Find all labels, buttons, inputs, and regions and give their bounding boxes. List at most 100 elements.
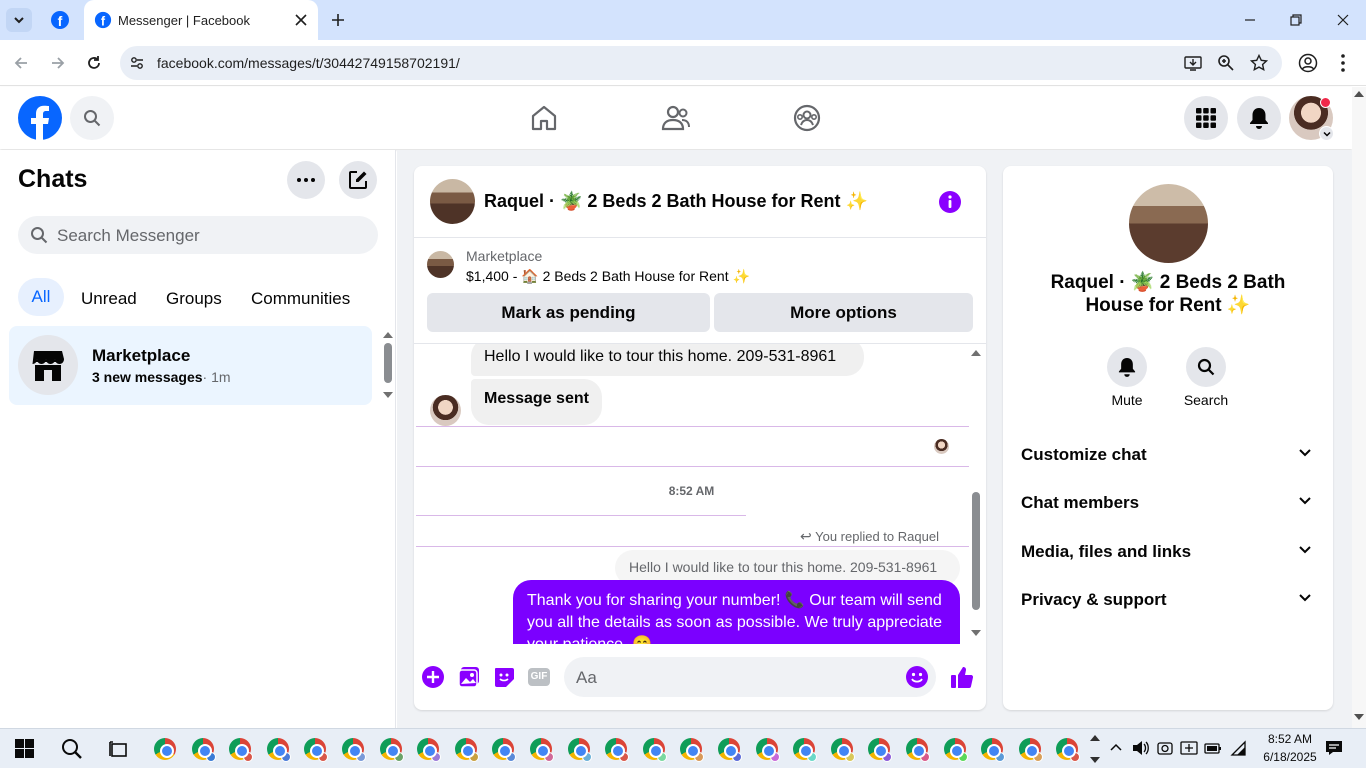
restore-icon[interactable] <box>1290 14 1302 26</box>
thumbs-up-icon[interactable] <box>950 665 974 689</box>
notification-center-icon[interactable] <box>1325 740 1343 756</box>
scroll-up-icon[interactable] <box>1090 735 1100 741</box>
chrome-taskbar-icon[interactable] <box>830 738 855 762</box>
search-button[interactable] <box>70 96 114 140</box>
filter-unread[interactable]: Unread <box>81 289 137 309</box>
filter-all[interactable]: All <box>18 278 64 316</box>
section-customize-chat[interactable]: Customize chat <box>1013 436 1323 472</box>
chrome-taskbar-icon[interactable] <box>492 738 517 762</box>
taskbar-time[interactable]: 8:52 AM <box>1255 732 1325 746</box>
section-privacy-support[interactable]: Privacy & support <box>1013 581 1323 617</box>
account-avatar[interactable] <box>1289 96 1334 141</box>
chat-list-item-marketplace[interactable]: Marketplace 3 new messages· 1m <box>9 326 372 405</box>
active-tab[interactable]: f Messenger | Facebook <box>84 0 318 40</box>
incoming-message[interactable]: Message sent <box>471 379 602 425</box>
chrome-taskbar-icon[interactable] <box>379 738 404 762</box>
minimize-icon[interactable] <box>1244 14 1256 26</box>
chrome-taskbar-icon[interactable] <box>718 738 742 762</box>
notifications-button[interactable] <box>1237 96 1281 140</box>
scroll-up-icon[interactable] <box>383 331 393 338</box>
new-message-button[interactable] <box>339 161 377 199</box>
home-icon[interactable] <box>530 104 558 132</box>
chrome-taskbar-icon[interactable] <box>229 738 254 762</box>
chat-list-scrollbar-thumb[interactable] <box>384 343 392 383</box>
url-text[interactable]: facebook.com/messages/t/3044274915870219… <box>157 55 460 71</box>
scroll-down-icon[interactable] <box>1354 714 1364 720</box>
search-messenger-input[interactable]: Search Messenger <box>18 216 378 254</box>
task-view-icon[interactable] <box>109 739 129 759</box>
chrome-taskbar-icon[interactable] <box>530 738 554 762</box>
messages-scrollbar-thumb[interactable] <box>972 492 980 610</box>
pinned-tab-facebook[interactable]: f <box>50 10 70 30</box>
forward-arrow-icon[interactable] <box>50 55 66 71</box>
chrome-taskbar-icon[interactable] <box>605 738 630 762</box>
chrome-taskbar-icon[interactable] <box>454 738 479 762</box>
chrome-taskbar-icon[interactable] <box>793 738 818 762</box>
filter-groups[interactable]: Groups <box>166 289 222 309</box>
chrome-taskbar-icon[interactable] <box>1018 738 1043 762</box>
chrome-taskbar-icon[interactable] <box>868 738 893 762</box>
info-icon[interactable] <box>938 190 962 214</box>
photo-icon[interactable] <box>458 666 480 688</box>
thread-title[interactable]: Raquel · 🪴 2 Beds 2 Bath House for Rent … <box>484 191 868 212</box>
more-options-button[interactable]: More options <box>714 293 973 332</box>
gif-icon[interactable]: GIF <box>528 668 550 686</box>
scroll-down-icon[interactable] <box>1090 757 1100 763</box>
chrome-taskbar-icon[interactable] <box>191 738 216 762</box>
profile-icon[interactable] <box>1298 53 1318 73</box>
taskbar-date[interactable]: 6/18/2025 <box>1255 750 1325 764</box>
zoom-icon[interactable] <box>1217 54 1235 72</box>
chrome-taskbar-icon[interactable] <box>642 738 667 762</box>
scroll-down-icon[interactable] <box>383 392 393 399</box>
camera-icon[interactable] <box>1157 740 1173 756</box>
scroll-up-icon[interactable] <box>971 349 981 356</box>
mark-as-pending-button[interactable]: Mark as pending <box>427 293 710 332</box>
chrome-taskbar-icon[interactable] <box>1056 738 1081 762</box>
message-input[interactable]: Aa <box>564 657 936 697</box>
chrome-taskbar-icon[interactable] <box>981 738 1006 762</box>
incoming-message[interactable]: Hello I would like to tour this home. 20… <box>471 344 864 376</box>
search-in-conversation-button[interactable] <box>1186 347 1226 387</box>
scroll-up-icon[interactable] <box>1354 91 1364 97</box>
chrome-taskbar-icon[interactable] <box>417 738 442 762</box>
plus-circle-icon[interactable] <box>422 666 444 688</box>
page-scrollbar[interactable] <box>1352 87 1366 728</box>
chevron-up-icon[interactable] <box>1110 743 1122 751</box>
chrome-taskbar-icon[interactable] <box>154 738 176 760</box>
chrome-taskbar-icon[interactable] <box>304 738 329 762</box>
windows-start-icon[interactable] <box>15 739 34 758</box>
facebook-logo-icon[interactable] <box>18 96 62 140</box>
sticker-icon[interactable] <box>493 666 515 688</box>
close-window-icon[interactable] <box>1337 14 1349 26</box>
section-media-files-links[interactable]: Media, files and links <box>1013 533 1323 569</box>
filter-communities[interactable]: Communities <box>251 289 350 309</box>
menu-button[interactable] <box>1184 96 1228 140</box>
chrome-taskbar-icon[interactable] <box>943 738 968 762</box>
install-app-icon[interactable] <box>1184 54 1202 72</box>
friends-icon[interactable] <box>661 104 691 132</box>
url-field[interactable]: facebook.com/messages/t/3044274915870219… <box>120 46 1282 80</box>
groups-icon[interactable] <box>793 104 821 132</box>
new-tab-icon[interactable] <box>331 13 345 27</box>
menu-kebab-icon[interactable] <box>1340 53 1346 73</box>
details-avatar[interactable] <box>1129 184 1208 263</box>
close-icon[interactable] <box>295 14 307 26</box>
outgoing-message[interactable]: Thank you for sharing your number! 📞 Our… <box>513 580 960 644</box>
chats-options-button[interactable] <box>287 161 325 199</box>
site-settings-icon[interactable] <box>129 55 145 71</box>
back-arrow-icon[interactable] <box>13 55 29 71</box>
tab-list-button[interactable] <box>6 8 32 32</box>
chrome-taskbar-icon[interactable] <box>266 738 291 762</box>
search-icon[interactable] <box>61 738 83 760</box>
volume-icon[interactable] <box>1132 740 1150 756</box>
thread-avatar[interactable] <box>430 179 475 224</box>
section-chat-members[interactable]: Chat members <box>1013 484 1323 520</box>
wifi-icon[interactable] <box>1230 740 1246 756</box>
listing-title[interactable]: $1,400 - 🏠 2 Beds 2 Bath House for Rent … <box>466 268 750 285</box>
screen-capture-icon[interactable] <box>1180 740 1198 756</box>
chrome-taskbar-icon[interactable] <box>680 738 705 762</box>
bookmark-star-icon[interactable] <box>1250 54 1268 72</box>
scroll-down-icon[interactable] <box>971 630 981 637</box>
listing-thumbnail[interactable] <box>427 251 454 278</box>
chrome-taskbar-icon[interactable] <box>342 738 366 762</box>
